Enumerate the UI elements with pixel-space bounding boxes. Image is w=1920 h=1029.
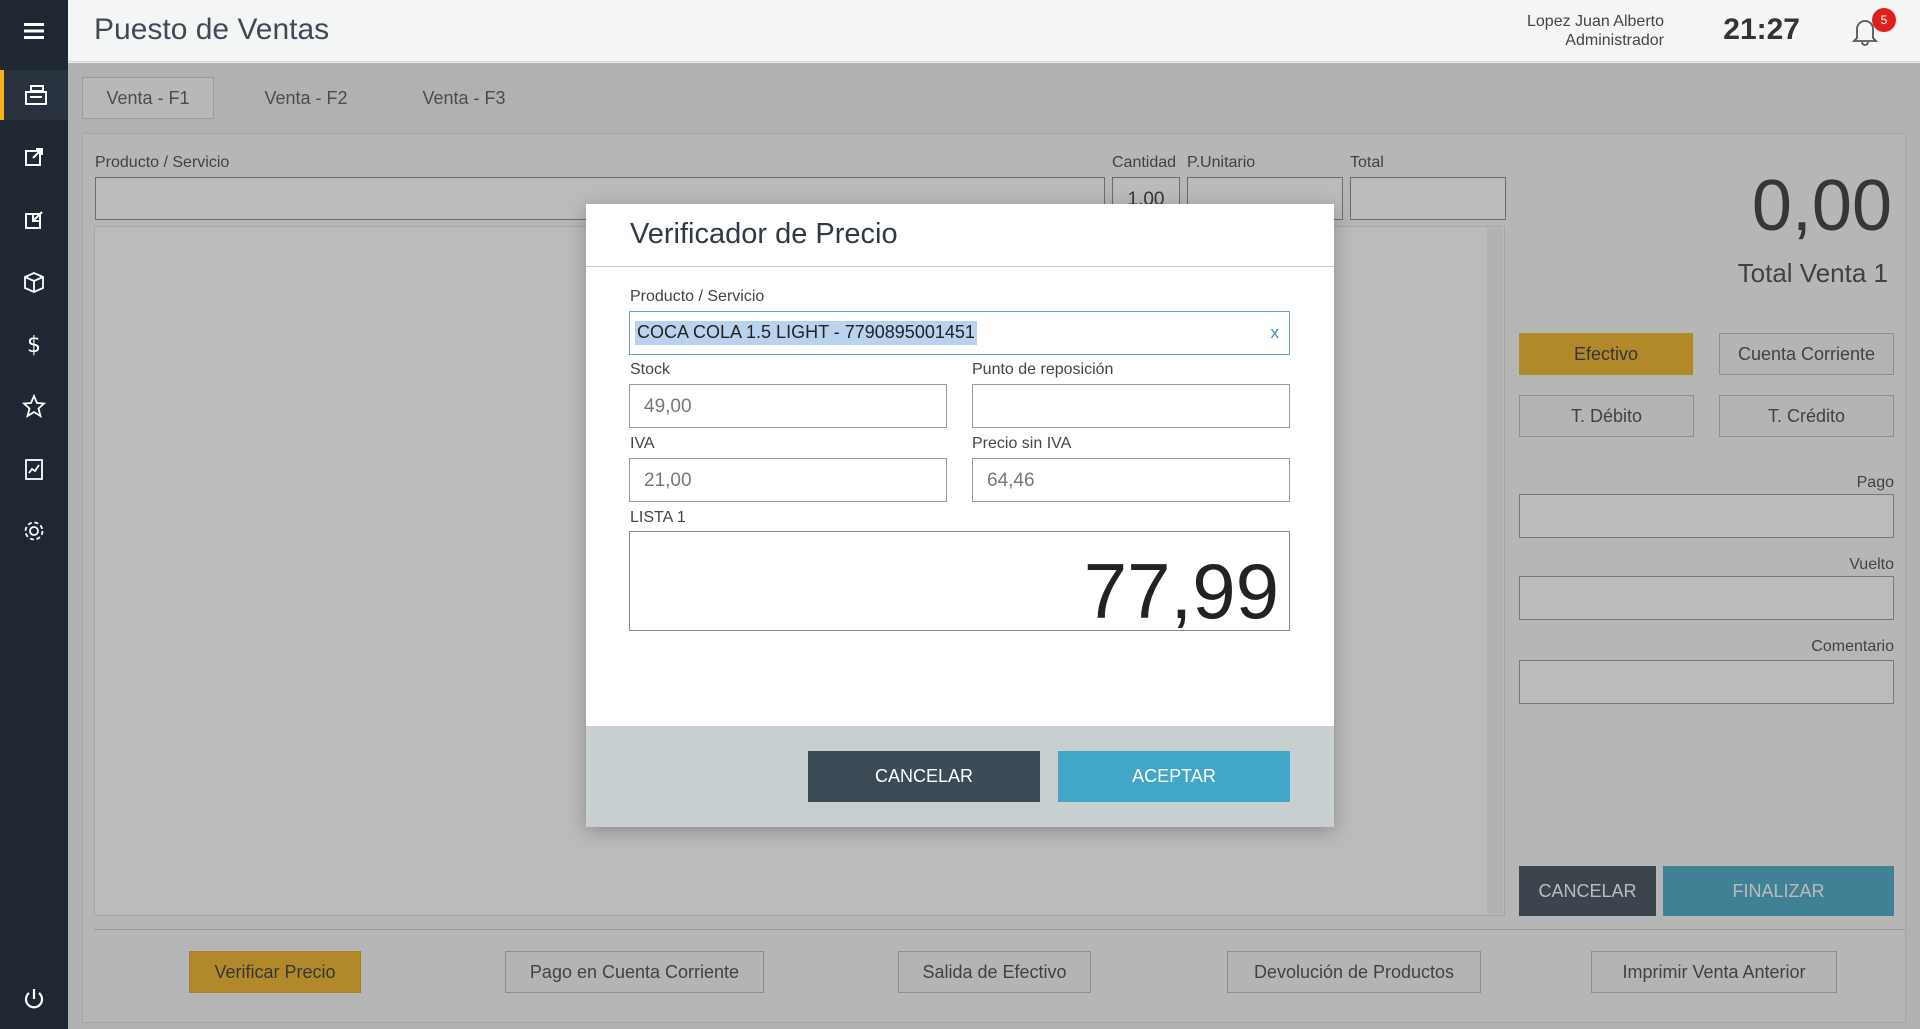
price-no-iva-label: Precio sin IVA (972, 435, 1072, 452)
gear-icon (24, 521, 44, 541)
iva-field: 21,00 (629, 458, 947, 502)
sidebar-item-import[interactable] (0, 195, 68, 245)
cash-register-icon (25, 85, 47, 105)
reorder-point-label: Punto de reposición (972, 361, 1114, 378)
hamburger-icon (24, 23, 44, 39)
report-icon (25, 459, 43, 480)
dialog-product-label: Producto / Servicio (630, 288, 765, 305)
box-icon (24, 272, 44, 293)
export-icon (25, 148, 43, 166)
user-role: Administrador (1565, 32, 1664, 49)
import-icon (25, 211, 43, 229)
sidebar-item-reports[interactable] (0, 444, 68, 494)
clock: 21:27 (1723, 13, 1800, 46)
svg-text:$: $ (27, 333, 41, 357)
sidebar-item-export[interactable] (0, 132, 68, 182)
dialog-accept-button[interactable]: ACEPTAR (1058, 751, 1290, 802)
price-checker-dialog: Verificador de Precio Producto / Servici… (586, 204, 1334, 827)
dialog-product-input[interactable]: COCA COLA 1.5 LIGHT - 7790895001451 x (629, 311, 1290, 355)
page-title: Puesto de Ventas (94, 13, 330, 46)
sidebar-item-favorites[interactable] (0, 381, 68, 431)
notification-badge: 5 (1872, 8, 1896, 32)
price-list-value: 77,99 (1083, 547, 1279, 635)
sidebar-item-products[interactable] (0, 257, 68, 307)
price-list-label: LISTA 1 (630, 509, 686, 526)
sidebar-item-settings[interactable] (0, 506, 68, 556)
stock-field: 49,00 (629, 384, 947, 428)
power-icon (24, 989, 44, 1009)
clear-product-button[interactable]: x (1271, 323, 1280, 343)
hamburger-menu-button[interactable] (0, 0, 68, 62)
price-no-iva-field: 64,46 (972, 458, 1290, 502)
iva-label: IVA (630, 435, 655, 452)
sidebar: $ (0, 0, 68, 1029)
reorder-point-field (972, 384, 1290, 428)
sidebar-item-cash[interactable]: $ (0, 319, 68, 369)
dialog-title: Verificador de Precio (630, 218, 898, 250)
user-name: Lopez Juan Alberto (1527, 13, 1664, 30)
star-icon (21, 393, 47, 418)
stock-label: Stock (630, 361, 671, 378)
dialog-cancel-button[interactable]: CANCELAR (808, 751, 1040, 802)
dollar-icon: $ (27, 333, 41, 357)
logout-button[interactable] (0, 974, 68, 1024)
price-list-box: 77,99 (629, 531, 1290, 635)
sidebar-item-sales[interactable] (0, 70, 68, 120)
dialog-footer: CANCELAR ACEPTAR (586, 726, 1334, 827)
dialog-product-value: COCA COLA 1.5 LIGHT - 7790895001451 (635, 321, 977, 345)
top-bar: Puesto de Ventas Lopez Juan Alberto Admi… (68, 0, 1920, 62)
dialog-divider (586, 266, 1334, 267)
